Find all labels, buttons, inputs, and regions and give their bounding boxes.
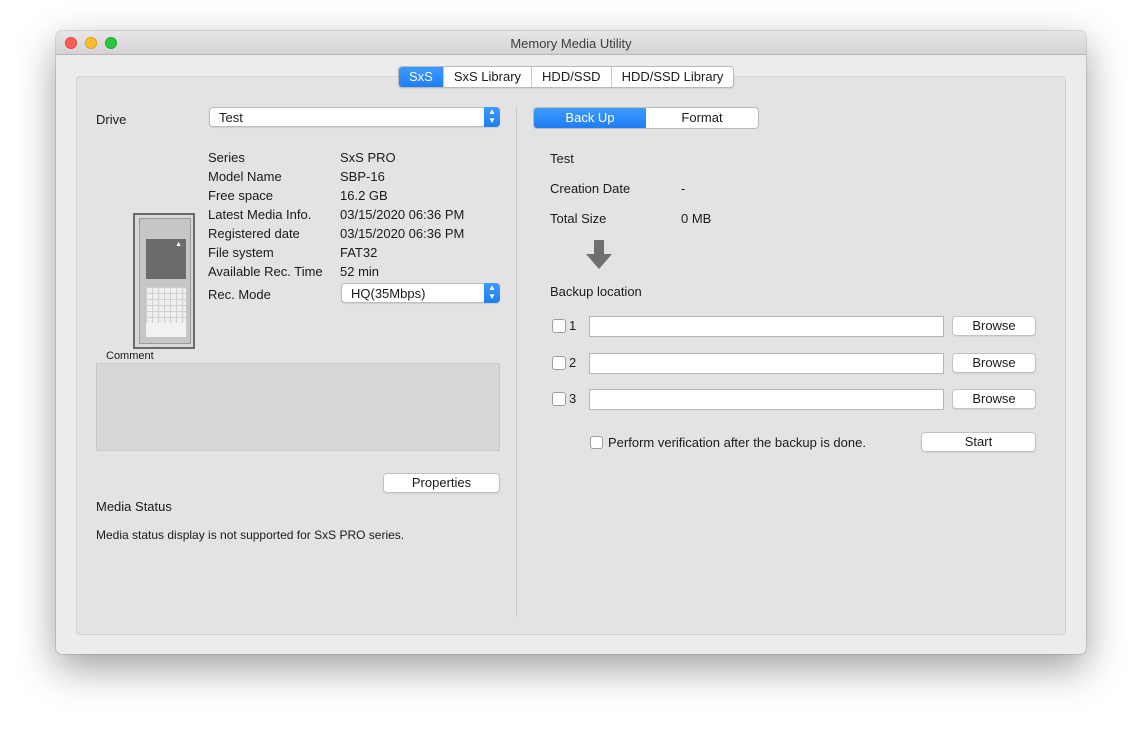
media-tab-bar: SxS SxS Library HDD/SSD HDD/SSD Library [398,66,735,88]
action-segmented-control: Back Up Format [533,107,759,129]
rec-mode-label: Rec. Mode [208,287,271,302]
popup-arrows-icon: ▲ ▼ [484,107,500,127]
registered-date-value: 03/15/2020 06:36 PM [340,226,465,241]
comment-label: Comment [106,350,154,362]
location-3-number: 3 [569,391,577,406]
series-label: Series [208,150,245,165]
panel-divider [516,107,517,617]
location-2-path-field[interactable] [589,353,944,374]
segment-format[interactable]: Format [646,108,758,128]
drive-label: Drive [96,112,127,127]
drive-select[interactable]: Test ▲ ▼ [209,107,500,127]
verification-label: Perform verification after the backup is… [608,435,866,450]
location-1-number: 1 [569,318,577,333]
segment-back-up[interactable]: Back Up [534,108,646,128]
location-1-browse-button[interactable]: Browse [952,316,1036,336]
tab-hdd-ssd[interactable]: HDD/SSD [531,67,611,87]
file-system-value: FAT32 [340,245,378,260]
title-bar: Memory Media Utility [56,31,1086,55]
rec-mode-select[interactable]: HQ(35Mbps) ▲ ▼ [341,283,500,303]
location-3-checkbox[interactable] [552,392,566,406]
series-value: SxS PRO [340,150,396,165]
latest-media-info-value: 03/15/2020 06:36 PM [340,207,465,222]
free-space-value: 16.2 GB [340,188,388,203]
media-status-title: Media Status [96,499,172,514]
tab-sxs[interactable]: SxS [399,67,443,87]
popup-arrows-icon: ▲ ▼ [484,283,500,303]
location-2-browse-button[interactable]: Browse [952,353,1036,373]
location-2-checkbox[interactable] [552,356,566,370]
location-3-browse-button[interactable]: Browse [952,389,1036,409]
registered-date-label: Registered date [208,226,300,241]
properties-button[interactable]: Properties [383,473,500,493]
verification-checkbox[interactable] [590,436,603,449]
available-rec-time-label: Available Rec. Time [208,264,323,279]
model-name-value: SBP-16 [340,169,385,184]
location-2-number: 2 [569,355,577,370]
start-button[interactable]: Start [921,432,1036,452]
main-panel: Drive Test ▲ ▼ ▲ Series SxS PRO Model Nam… [76,76,1066,635]
arrow-down-icon [586,240,612,269]
total-size-label: Total Size [550,211,607,226]
total-size-value: 0 MB [681,211,712,226]
location-1-checkbox[interactable] [552,319,566,333]
rec-mode-value: HQ(35Mbps) [351,286,426,301]
backup-location-label: Backup location [550,284,642,299]
available-rec-time-value: 52 min [340,264,380,279]
location-1-path-field[interactable] [589,316,944,337]
source-name: Test [550,151,574,166]
location-3-path-field[interactable] [589,389,944,410]
creation-date-value: - [681,181,686,196]
file-system-label: File system [208,245,274,260]
latest-media-info-label: Latest Media Info. [208,207,312,222]
creation-date-label: Creation Date [550,181,631,196]
comment-textarea[interactable] [96,363,500,451]
tab-sxs-library[interactable]: SxS Library [442,67,531,87]
drive-select-value: Test [219,110,243,125]
free-space-label: Free space [208,188,274,203]
media-status-text: Media status display is not supported fo… [96,528,405,542]
window-title: Memory Media Utility [510,36,632,51]
tab-hdd-ssd-library[interactable]: HDD/SSD Library [610,67,734,87]
sxs-card-image: ▲ [133,213,195,349]
app-window: Memory Media Utility Drive Test ▲ ▼ ▲ Ser… [56,31,1086,654]
model-name-label: Model Name [208,169,282,184]
